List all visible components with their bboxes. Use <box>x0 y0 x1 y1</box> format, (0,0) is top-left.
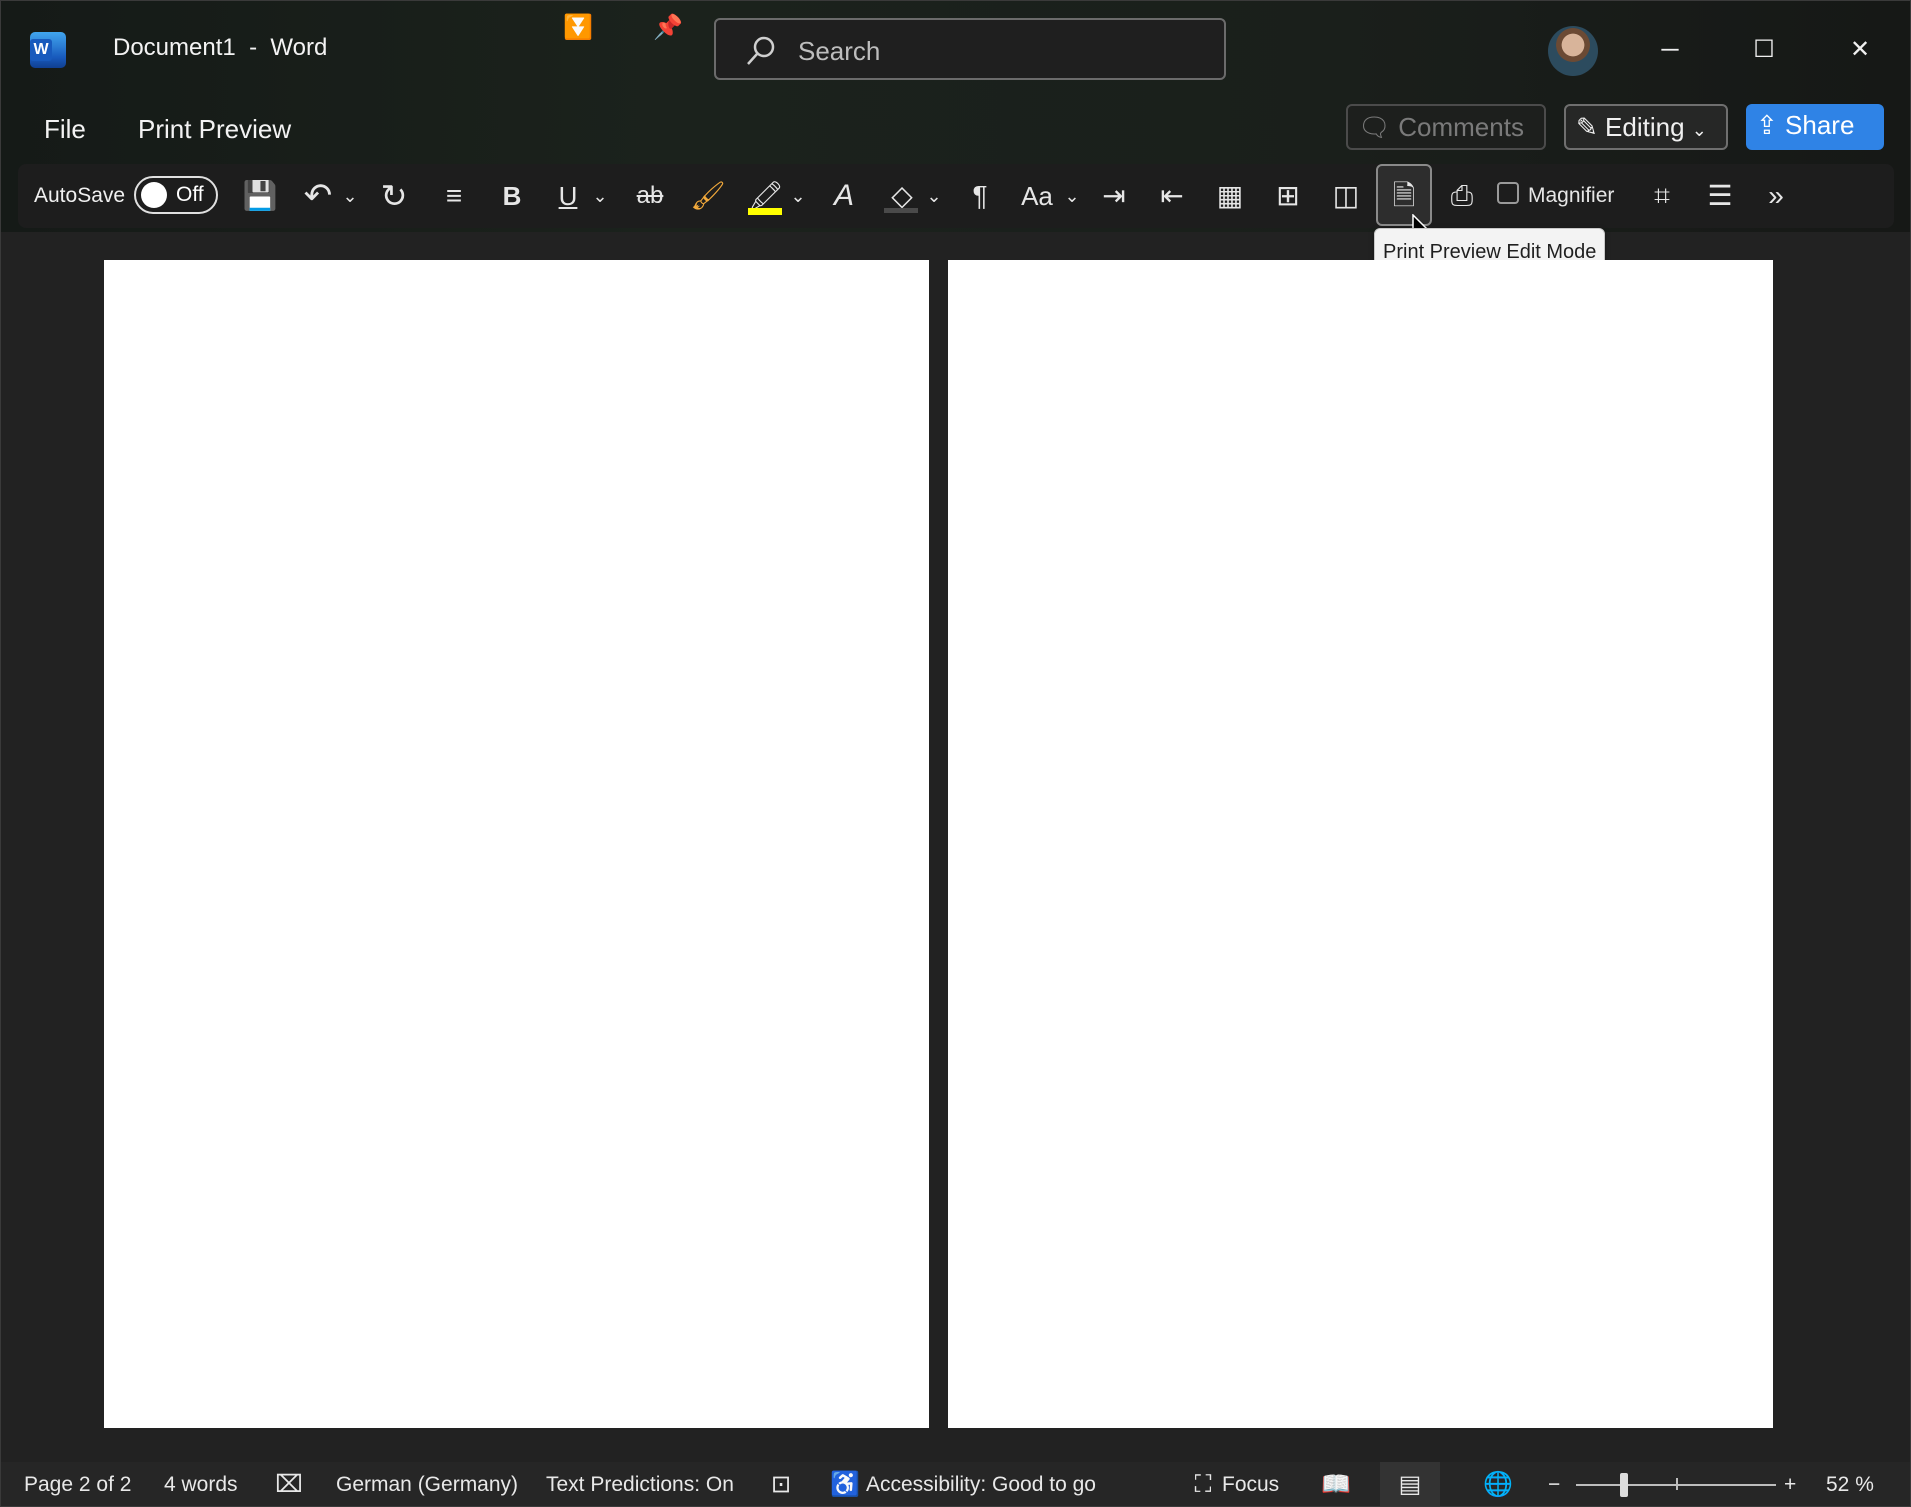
insert-table-icon[interactable]: ⊞ <box>1266 164 1310 228</box>
crop-icon[interactable]: ⌗ <box>1640 164 1684 228</box>
toggle-knob <box>141 182 167 208</box>
magnifier-checkbox[interactable] <box>1497 182 1519 204</box>
change-case-icon[interactable]: Aa <box>1012 164 1062 228</box>
app-name: Word <box>270 34 328 61</box>
zoom-in-button[interactable]: + <box>1784 1462 1796 1507</box>
ribbon-toolbar: AutoSave Off 💾 ↶ ⌄ ↻ ≡ B U ⌄ ab 🖌 🖍 ⌄ A … <box>18 164 1894 228</box>
format-painter-icon[interactable]: 🖌 <box>686 164 730 228</box>
status-bar: Page 2 of 2 4 words ⌧ German (Germany) T… <box>0 1462 1911 1507</box>
line-spacing-icon[interactable]: ≡ <box>432 164 476 228</box>
pencil-icon: ✎ <box>1576 112 1598 142</box>
clear-formatting-icon[interactable]: A <box>822 164 866 228</box>
columns-icon[interactable]: ◫ <box>1324 164 1368 228</box>
print-layout-icon[interactable]: ▤ <box>1380 1462 1440 1507</box>
autosave-toggle[interactable]: Off <box>134 176 218 214</box>
decrease-indent-icon[interactable]: ⇤ <box>1150 164 1194 228</box>
undo-icon[interactable]: ↶ <box>296 164 340 228</box>
read-mode-icon[interactable]: 📖 <box>1318 1462 1354 1507</box>
search-placeholder: Search <box>798 36 881 66</box>
web-layout-icon[interactable]: 🌐 <box>1480 1462 1516 1507</box>
table-icon[interactable]: ▦ <box>1208 164 1252 228</box>
document-name: Document1 <box>113 34 236 61</box>
focus-label[interactable]: Focus <box>1222 1462 1279 1507</box>
maximize-button[interactable]: ☐ <box>1734 20 1794 80</box>
shading-dropdown-icon[interactable]: ⌄ <box>924 164 944 228</box>
print-icon[interactable]: ⎙ <box>1440 164 1484 228</box>
redo-icon[interactable]: ↻ <box>372 164 416 228</box>
language-status[interactable]: German (Germany) <box>336 1462 518 1507</box>
pin-icon[interactable]: 📌 <box>650 10 686 46</box>
focus-icon[interactable]: ⛶ <box>1186 1462 1220 1507</box>
autosave-label: AutoSave <box>34 184 126 207</box>
menu-print-preview[interactable]: Print Preview <box>138 114 291 145</box>
customize-toolbar-icon[interactable]: ⏬ <box>560 10 596 46</box>
word-app-icon: W <box>30 32 66 68</box>
document-page-1[interactable] <box>104 260 929 1428</box>
editing-label: Editing <box>1605 112 1685 142</box>
zoom-slider-thumb[interactable] <box>1620 1473 1628 1497</box>
share-button[interactable]: ⇪ Share ⌄ <box>1746 104 1884 180</box>
search-box[interactable]: Search <box>714 18 1226 80</box>
more-icon[interactable]: » <box>1756 164 1796 228</box>
comments-icon: 🗨 <box>1358 112 1392 142</box>
highlight-icon[interactable]: 🖍 <box>744 164 788 228</box>
document-page-2[interactable] <box>948 260 1773 1428</box>
magnifier-label[interactable]: Magnifier <box>1528 164 1614 228</box>
minimize-button[interactable]: ─ <box>1640 20 1700 80</box>
highlight-color-bar <box>748 208 782 215</box>
undo-dropdown-icon[interactable]: ⌄ <box>340 164 360 228</box>
autosave-state: Off <box>176 183 204 206</box>
accessibility-icon[interactable]: ♿ <box>830 1462 860 1507</box>
text-predictions-status[interactable]: Text Predictions: On <box>546 1462 734 1507</box>
increase-indent-icon[interactable]: ⇥ <box>1092 164 1136 228</box>
underline-dropdown-icon[interactable]: ⌄ <box>590 164 610 228</box>
accessibility-status[interactable]: Accessibility: Good to go <box>866 1462 1096 1507</box>
highlight-dropdown-icon[interactable]: ⌄ <box>788 164 808 228</box>
zoom-level[interactable]: 52 % <box>1826 1462 1874 1507</box>
underline-icon[interactable]: U <box>548 164 588 228</box>
bold-icon[interactable]: B <box>492 164 532 228</box>
display-settings-icon[interactable]: ⊡ <box>764 1462 798 1507</box>
save-icon[interactable]: 💾 <box>238 164 282 228</box>
share-icon: ⇪ <box>1756 110 1778 140</box>
menu-file[interactable]: File <box>44 114 86 145</box>
shading-color-bar <box>884 208 918 213</box>
chevron-down-icon: ⌄ <box>1691 120 1707 140</box>
strikethrough-icon[interactable]: ab <box>628 164 672 228</box>
close-button[interactable]: ✕ <box>1830 20 1890 80</box>
user-avatar[interactable] <box>1548 26 1598 76</box>
search-icon <box>747 36 775 65</box>
window-title: Document1 - Word <box>113 34 327 62</box>
change-case-dropdown-icon[interactable]: ⌄ <box>1062 164 1082 228</box>
paragraph-marks-icon[interactable]: ¶ <box>958 164 1002 228</box>
editing-mode-button[interactable]: ✎ Editing ⌄ <box>1564 104 1728 150</box>
title-separator: - <box>249 34 258 61</box>
share-label: Share <box>1785 110 1855 140</box>
word-count[interactable]: 4 words <box>164 1462 238 1507</box>
zoom-slider-midmark <box>1676 1478 1678 1490</box>
proofing-icon[interactable]: ⌧ <box>272 1462 306 1507</box>
zoom-out-button[interactable]: − <box>1548 1462 1560 1507</box>
comments-button[interactable]: 🗨 Comments ⌄ <box>1346 104 1546 182</box>
comments-label: Comments <box>1398 112 1524 142</box>
page-count[interactable]: Page 2 of 2 <box>24 1462 131 1507</box>
shading-icon[interactable]: ◇ <box>880 164 924 228</box>
paragraph-settings-icon[interactable]: ☰ <box>1698 164 1742 228</box>
